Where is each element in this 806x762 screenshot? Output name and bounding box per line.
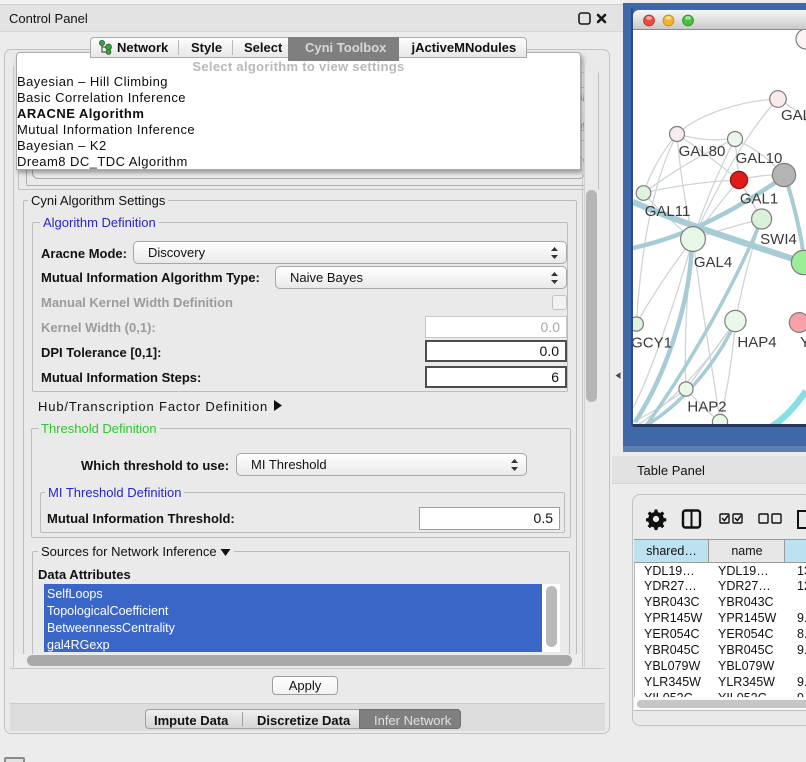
svg-text:GAL4: GAL4 bbox=[694, 254, 732, 271]
svg-text:YJ: YJ bbox=[800, 334, 806, 351]
svg-text:HAP4: HAP4 bbox=[737, 334, 776, 351]
svg-text:GAL2: GAL2 bbox=[781, 107, 806, 124]
svg-text:HAP2: HAP2 bbox=[687, 399, 726, 416]
svg-text:GAL11: GAL11 bbox=[645, 203, 691, 220]
svg-text:GCY1: GCY1 bbox=[633, 335, 672, 352]
svg-text:GAL10: GAL10 bbox=[736, 150, 783, 167]
svg-text:SWI4: SWI4 bbox=[760, 231, 797, 248]
svg-text:GAL80: GAL80 bbox=[679, 143, 726, 160]
svg-text:GAL1: GAL1 bbox=[740, 191, 778, 208]
